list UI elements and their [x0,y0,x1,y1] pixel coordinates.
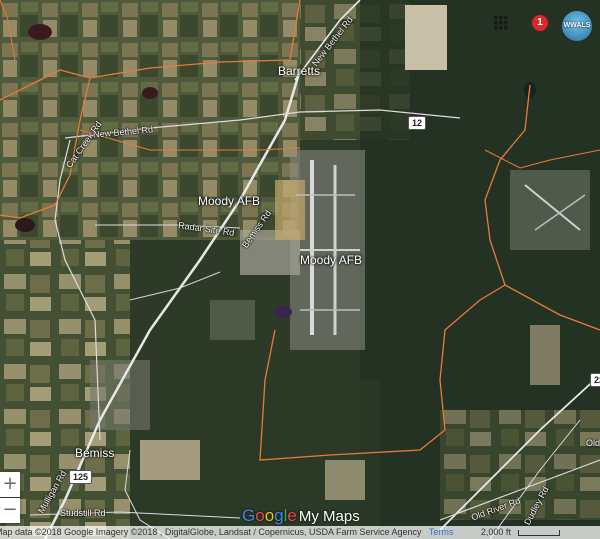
scale-bar [518,529,561,536]
route-shield-125: 125 [69,470,93,484]
place-label-moody-afb-base: Moody AFB [300,253,363,267]
google-my-maps-logo: Google My Maps [242,506,360,526]
place-label-moody-afb-town: Moody AFB [198,194,261,208]
notification-badge[interactable]: 1 [532,15,548,31]
apps-grid-icon[interactable] [494,16,508,30]
zoom-out-button[interactable]: − [0,498,20,523]
zoom-in-button[interactable]: + [0,472,20,497]
place-label-bemiss: Bemiss [75,446,115,460]
terms-link[interactable]: Terms [429,527,454,537]
attribution-bar: Map data ©2018 Google Imagery ©2018 , Di… [0,526,600,539]
avatar-label: WWALS [563,22,591,29]
road-label-old: Old [586,438,600,448]
google-wordmark: Google [242,506,297,525]
avatar[interactable]: WWALS [562,11,592,41]
place-label-barretts: Barretts [278,64,321,78]
scale-label: 2,000 ft [480,527,511,537]
road-label-studstill-rd: Studstill Rd [60,508,106,518]
attribution-text: Map data ©2018 Google Imagery ©2018 , Di… [0,527,422,537]
my-maps-wordmark: My Maps [298,508,360,525]
route-shield-22: 22 [590,373,600,387]
route-shield-12: 12 [408,116,427,130]
